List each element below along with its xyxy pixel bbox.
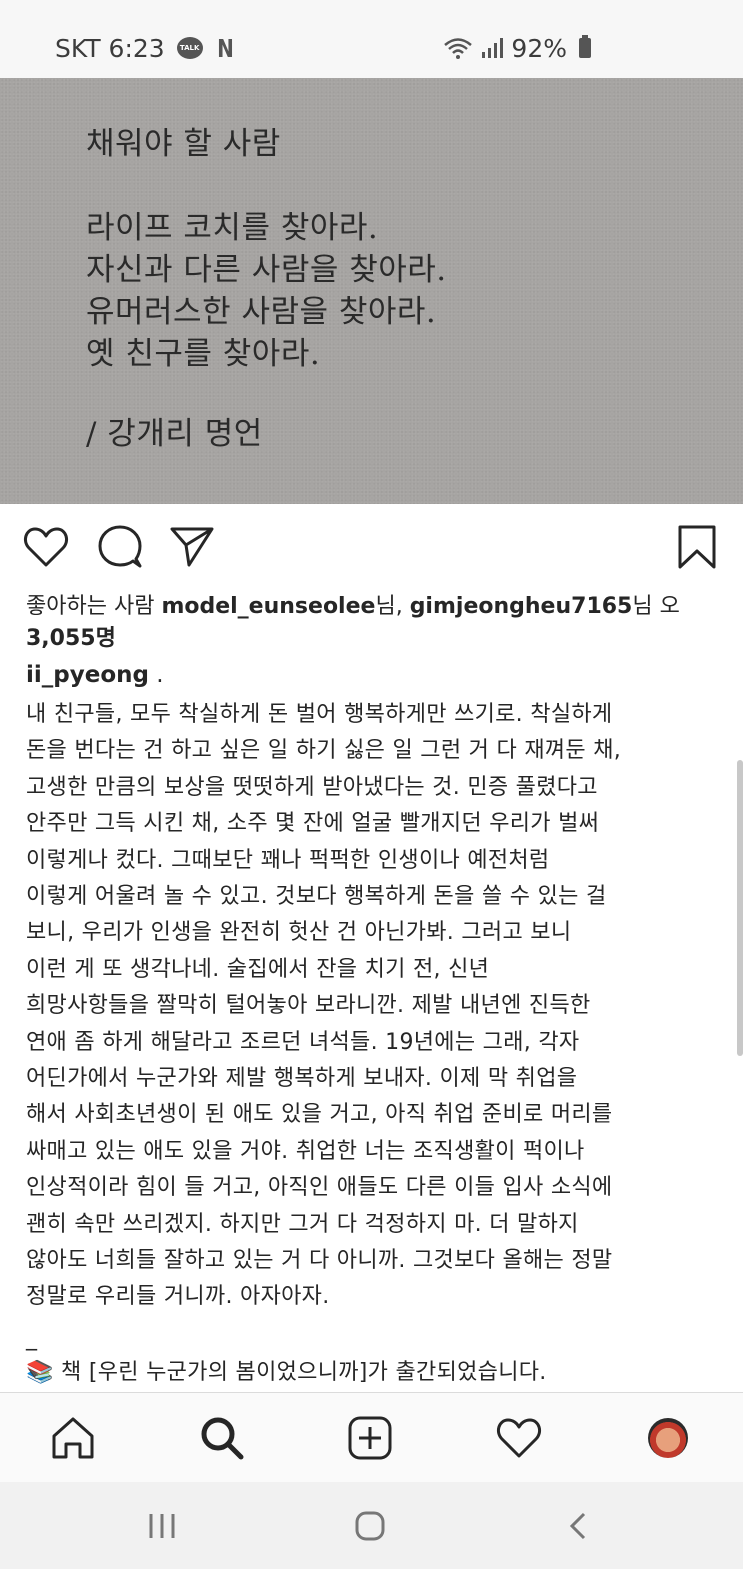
- battery-icon: [579, 35, 591, 58]
- books-emoji-icon: 📚: [26, 1360, 54, 1385]
- netflix-icon: N: [216, 33, 234, 63]
- liker-username[interactable]: model_eunseolee: [161, 594, 375, 619]
- like-button[interactable]: [22, 523, 70, 571]
- caption-line: 싸매고 있는 애도 있을 거야. 취업한 너는 조직생활이 퍽이나: [26, 1138, 585, 1164]
- caption-line: 보니, 우리가 인생을 완전히 헛산 건 아닌가봐. 그러고 보니: [26, 920, 572, 946]
- caption-line: 괜히 속만 쓰리겠지. 하지만 그거 다 걱정하지 마. 더 말하지: [26, 1211, 579, 1237]
- author-dot: .: [148, 662, 164, 688]
- search-icon: [201, 1417, 244, 1460]
- status-bar: SKT 6:23 TALK N 92%: [0, 0, 743, 78]
- caption-line: 고생한 만큼의 보상을 떳떳하게 받아냈다는 것. 민증 풀렸다고: [26, 774, 598, 800]
- caption-line: 정말로 우리들 거니까. 아자아자.: [26, 1284, 330, 1310]
- caption-line: 인상적이라 힘이 들 거고, 아직인 애들도 다른 이들 입사 소식에: [26, 1175, 613, 1201]
- book-announcement: 📚 책 [우린 누군가의 봄이었으니까]가 출간되었습니다.: [26, 1354, 547, 1386]
- nav-search-button[interactable]: [197, 1413, 247, 1463]
- home-button-icon: [355, 1511, 385, 1541]
- image-line: 옛 친구를 찾아라.: [86, 336, 321, 372]
- image-attribution: / 강개리 명언: [86, 416, 263, 452]
- book-announcement-text: 책 [우린 누군가의 봄이었으니까]가 출간되었습니다.: [53, 1360, 547, 1385]
- liker-username[interactable]: gimjeongheu7165: [410, 594, 633, 619]
- bookmark-icon: [678, 525, 716, 569]
- likes-summary[interactable]: 좋아하는 사람 model_eunseolee님, gimjeongheu716…: [26, 588, 680, 620]
- home-icon: [52, 1417, 94, 1459]
- caption-line: 어딘가에서 누군가와 제발 행복하게 보내자. 이제 막 취업을: [26, 1066, 578, 1091]
- nav-profile-button[interactable]: [643, 1413, 693, 1463]
- likes-separator: 님,: [375, 594, 410, 619]
- share-button[interactable]: [168, 523, 216, 571]
- caption-line: 연애 좀 하게 해달라고 조르던 녀석들. 19년에는 그래, 각자: [26, 1029, 580, 1055]
- scrollbar[interactable]: [737, 760, 743, 1056]
- image-line: 라이프 코치를 찾아라.: [86, 210, 379, 246]
- system-home-button[interactable]: [348, 1504, 392, 1548]
- bottom-navigation: [0, 1392, 743, 1482]
- post-author: ii_pyeong .: [26, 662, 164, 688]
- caption-line: 이런 게 또 생각나네. 술집에서 잔을 치기 전, 신년: [26, 956, 490, 982]
- caption-line: 않아도 너희들 잘하고 있는 거 다 아니까. 그것보다 올해는 정말: [26, 1248, 613, 1273]
- caption-line: 돈을 번다는 건 하고 싶은 일 하기 싫은 일 그런 거 다 재껴둔 채,: [26, 738, 622, 764]
- caption-line: 이렇게 어울려 놀 수 있고. 것보다 행복하게 돈을 쓸 수 있는 걸: [26, 884, 607, 909]
- system-navigation: [0, 1482, 743, 1569]
- profile-avatar: [648, 1418, 688, 1458]
- likes-prefix: 좋아하는 사람: [26, 594, 162, 619]
- back-button[interactable]: [556, 1504, 600, 1548]
- nav-activity-button[interactable]: [494, 1413, 544, 1463]
- add-post-icon: [348, 1416, 392, 1460]
- likes-count[interactable]: 3,055명: [26, 620, 116, 652]
- signal-icon: [482, 38, 504, 58]
- bookmark-button[interactable]: [673, 523, 721, 571]
- likes-suffix: 님 오: [632, 594, 680, 619]
- recent-apps-button[interactable]: [140, 1504, 184, 1548]
- battery-percent: 92%: [511, 33, 567, 63]
- caption-separator: _: [26, 1326, 38, 1351]
- status-left: SKT 6:23 TALK N: [55, 32, 236, 64]
- talk-badge-text: TALK: [179, 44, 200, 52]
- caption-line: 이렇게나 컸다. 그때보단 꽤나 퍽퍽한 인생이나 예전처럼: [26, 847, 550, 873]
- image-line: 유머러스한 사람을 찾아라.: [86, 294, 437, 330]
- post-image[interactable]: 채워야 할 사람 라이프 코치를 찾아라. 자신과 다른 사람을 찾아라. 유머…: [0, 78, 743, 504]
- comment-icon: [98, 525, 142, 568]
- carrier-time: SKT 6:23: [55, 33, 165, 63]
- image-line: 자신과 다른 사람을 찾아라.: [86, 252, 447, 288]
- caption-line: 안주만 그득 시킨 채, 소주 몇 잔에 얼굴 빨개지던 우리가 벌써: [26, 811, 600, 837]
- heart-icon: [23, 527, 69, 567]
- nav-new-post-button[interactable]: [345, 1413, 395, 1463]
- caption-line: 해서 사회초년생이 된 애도 있을 거고, 아직 취업 준비로 머리를: [26, 1102, 613, 1128]
- kakaotalk-icon: TALK: [176, 37, 203, 59]
- share-icon: [170, 527, 214, 567]
- status-right: 92%: [443, 32, 591, 64]
- caption-line: 내 친구들, 모두 착실하게 돈 벌어 행복하게만 쓰기로. 착실하게: [26, 702, 613, 727]
- image-heading: 채워야 할 사람: [86, 126, 281, 162]
- wifi-icon: [444, 38, 473, 59]
- author-username[interactable]: ii_pyeong: [26, 662, 149, 688]
- post-actions: [0, 515, 743, 579]
- comment-button[interactable]: [96, 523, 144, 571]
- back-icon: [569, 1512, 586, 1540]
- nav-home-button[interactable]: [48, 1413, 98, 1463]
- caption-line: 희망사항들을 짤막히 털어놓아 보라니깐. 제발 내년엔 진득한: [26, 993, 591, 1019]
- recent-apps-icon: [149, 1514, 175, 1538]
- activity-heart-icon: [496, 1418, 542, 1458]
